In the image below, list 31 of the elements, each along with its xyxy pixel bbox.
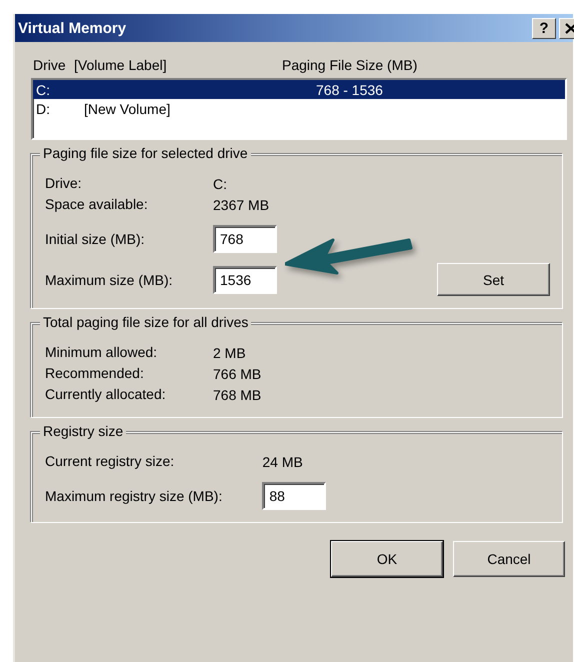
field-value: 24 MB [262, 454, 304, 470]
column-header: [Volume Label] [74, 57, 168, 73]
input-field[interactable]: 768 [213, 225, 277, 253]
field-label: Minimum allowed: [45, 343, 158, 362]
field-label: Recommended: [45, 364, 145, 383]
cancel-button[interactable]: Cancel [453, 541, 565, 577]
field-label: Maximum size (MB): [45, 272, 174, 288]
column-header: Drive [33, 57, 67, 73]
window-title: Virtual Memory [18, 20, 128, 36]
field-label: Drive: [45, 174, 83, 193]
field-value: 2 MB [213, 344, 247, 360]
group-title: Paging file size for selected drive [40, 145, 251, 161]
field-value: 2367 MB [213, 196, 270, 212]
input-field[interactable]: 1536 [213, 266, 277, 294]
drive-row[interactable]: C: 768 - 1536 [33, 80, 565, 99]
input-field[interactable]: 88 [262, 482, 326, 510]
set-button[interactable]: Set [437, 263, 550, 296]
field-label: Space available: [45, 195, 149, 214]
column-header: Paging File Size (MB) [282, 57, 418, 73]
drive-row[interactable]: D: [New Volume] [33, 99, 565, 118]
field-value: 766 MB [213, 366, 262, 382]
field-value: C: [213, 176, 228, 192]
field-label: Initial size (MB): [45, 231, 146, 247]
field-label: Current registry size: [45, 452, 176, 471]
group-title: Registry size [40, 423, 126, 439]
help-button[interactable]: ? [532, 18, 556, 38]
field-value: 768 MB [213, 386, 262, 402]
field-label: Maximum registry size (MB): [45, 488, 224, 504]
group-title: Total paging file size for all drives [40, 314, 252, 330]
field-label: Currently allocated: [45, 385, 167, 404]
ok-button[interactable]: OK [331, 541, 443, 577]
